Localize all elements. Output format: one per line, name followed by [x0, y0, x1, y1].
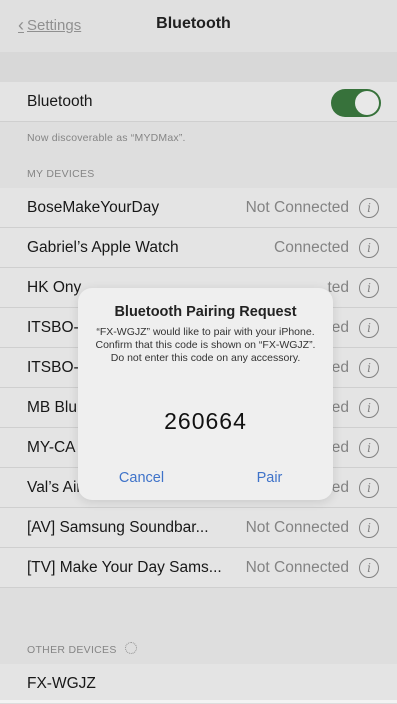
- device-name: [AV] Samsung Soundbar...: [27, 519, 209, 536]
- info-icon[interactable]: i: [359, 558, 379, 578]
- device-status: Not Connected: [245, 199, 349, 216]
- device-status: ed: [331, 319, 349, 336]
- device-name: MY-CA: [27, 439, 76, 456]
- device-status: Connected: [274, 239, 349, 256]
- info-icon[interactable]: i: [359, 198, 379, 218]
- device-row[interactable]: Gabriel’s Apple Watch Connected i: [0, 228, 397, 268]
- other-device-name: FX-WGJZ: [27, 675, 96, 692]
- section-spacer: [0, 52, 397, 82]
- device-row[interactable]: BoseMakeYourDay Not Connected i: [0, 188, 397, 228]
- device-status: ed: [331, 359, 349, 376]
- other-devices-header: OTHER DEVICES: [27, 642, 137, 656]
- bluetooth-toggle[interactable]: [331, 89, 381, 117]
- my-devices-header: MY DEVICES: [27, 168, 95, 180]
- bluetooth-toggle-label: Bluetooth: [27, 93, 93, 110]
- other-devices-header-label: OTHER DEVICES: [27, 644, 117, 656]
- alert-message: “FX-WGJZ” would like to pair with your i…: [95, 326, 316, 364]
- pairing-code: 260664: [164, 408, 247, 434]
- other-device-row[interactable]: FX-WGJZ: [0, 664, 397, 704]
- device-status: ed: [331, 399, 349, 416]
- device-name: [TV] Make Your Day Sams...: [27, 559, 222, 576]
- info-icon[interactable]: i: [359, 398, 379, 418]
- discoverable-note: Now discoverable as “MYDMax”.: [27, 132, 186, 144]
- device-name: HK Ony: [27, 279, 82, 296]
- device-status: Not Connected: [245, 519, 349, 536]
- page-title: Bluetooth: [156, 15, 231, 32]
- info-icon[interactable]: i: [359, 478, 379, 498]
- info-icon[interactable]: i: [359, 238, 379, 258]
- pair-button[interactable]: Pair: [206, 470, 333, 486]
- device-name: Val’s Air: [27, 479, 82, 496]
- device-status: ed: [331, 439, 349, 456]
- device-name: MB Blu: [27, 399, 77, 416]
- info-icon[interactable]: i: [359, 438, 379, 458]
- device-status: Not Connected: [245, 559, 349, 576]
- cancel-button[interactable]: Cancel: [78, 470, 205, 486]
- info-icon[interactable]: i: [359, 278, 379, 298]
- device-row[interactable]: [TV] Make Your Day Sams... Not Connected i: [0, 548, 397, 588]
- device-name: BoseMakeYourDay: [27, 199, 160, 216]
- info-icon[interactable]: i: [359, 518, 379, 538]
- pairing-alert: Bluetooth Pairing Request “FX-WGJZ” woul…: [78, 288, 333, 500]
- info-icon[interactable]: i: [359, 318, 379, 338]
- alert-title: Bluetooth Pairing Request: [114, 304, 297, 320]
- device-name: Gabriel’s Apple Watch: [27, 239, 179, 256]
- toggle-knob: [355, 91, 379, 115]
- device-name: ITSBO-: [27, 319, 79, 336]
- loading-spinner-icon: [124, 642, 137, 654]
- navigation-bar: ‹ Settings Bluetooth: [0, 0, 397, 52]
- device-name: ITSBO-: [27, 359, 79, 376]
- bluetooth-toggle-row: Bluetooth: [0, 82, 397, 122]
- device-row[interactable]: [AV] Samsung Soundbar... Not Connected i: [0, 508, 397, 548]
- info-icon[interactable]: i: [359, 358, 379, 378]
